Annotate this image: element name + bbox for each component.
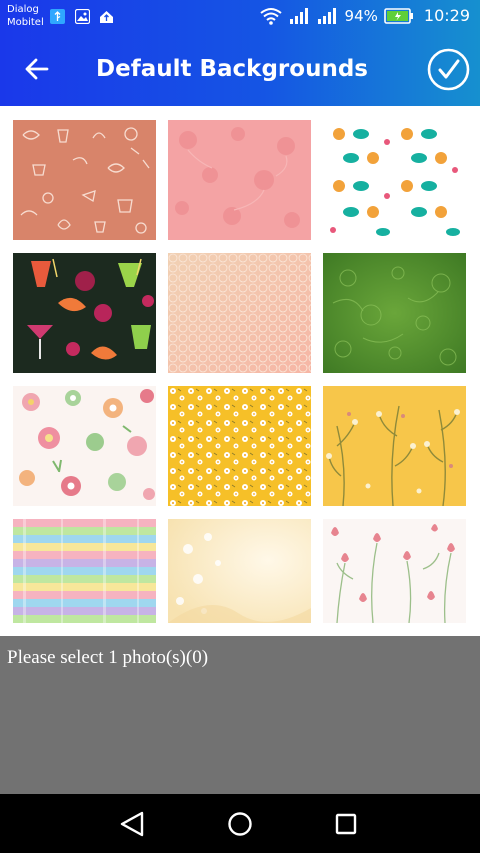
arrow-left-icon <box>25 58 49 80</box>
battery-percent: 94% <box>344 7 378 25</box>
system-nav-bar <box>0 794 480 853</box>
status-bar: Dialog Mobitel 94% 10:29 <box>0 0 480 32</box>
background-tile-cats-and-fish[interactable] <box>323 120 466 240</box>
image-icon <box>75 9 90 24</box>
usb-icon <box>50 9 65 24</box>
background-tile-pink-floral[interactable] <box>168 120 311 240</box>
signal-icon <box>289 8 308 24</box>
battery-icon <box>384 8 413 24</box>
nav-recents-button[interactable] <box>328 806 364 842</box>
upload-icon <box>100 11 113 23</box>
nav-home-button[interactable] <box>222 806 258 842</box>
background-tile-yellow-daisies[interactable] <box>168 386 311 506</box>
confirm-button[interactable] <box>427 48 470 91</box>
wifi-icon <box>259 8 282 25</box>
selection-footer: Please select 1 photo(s)(0) <box>0 636 480 794</box>
background-tile-beige-lattice[interactable] <box>168 253 311 373</box>
signal-icon <box>317 8 336 24</box>
background-tile-coffee-doodles[interactable] <box>13 120 156 240</box>
background-tile-rainbow-stripes[interactable] <box>13 519 156 639</box>
check-circle-icon <box>427 48 470 91</box>
page-title: Default Backgrounds <box>96 56 368 82</box>
back-triangle-icon <box>120 811 144 837</box>
app-bar: Default Backgrounds <box>0 32 480 106</box>
back-button[interactable] <box>18 47 58 91</box>
top-bar-background: Dialog Mobitel 94% 10:29 Default Backgro… <box>0 0 480 106</box>
carrier-line-2: Mobitel <box>7 17 44 28</box>
selection-hint: Please select 1 photo(s)(0) <box>7 647 209 668</box>
clock: 10:29 <box>423 6 470 25</box>
recents-square-icon <box>335 813 357 835</box>
background-tile-pink-tulips[interactable] <box>323 519 466 639</box>
status-right-group: 94% 10:29 <box>259 6 470 26</box>
backgrounds-grid <box>0 106 480 636</box>
background-tile-pastel-flowers[interactable] <box>13 386 156 506</box>
carrier-line-1: Dialog <box>7 4 39 15</box>
nav-back-button[interactable] <box>114 806 150 842</box>
background-tile-cream-watercolor[interactable] <box>168 519 311 639</box>
background-tile-cocktails[interactable] <box>13 253 156 373</box>
carrier-label: Dialog Mobitel <box>7 3 44 29</box>
background-tile-green-floral[interactable] <box>323 253 466 373</box>
home-circle-icon <box>228 812 252 836</box>
background-tile-yellow-branches[interactable] <box>323 386 466 506</box>
